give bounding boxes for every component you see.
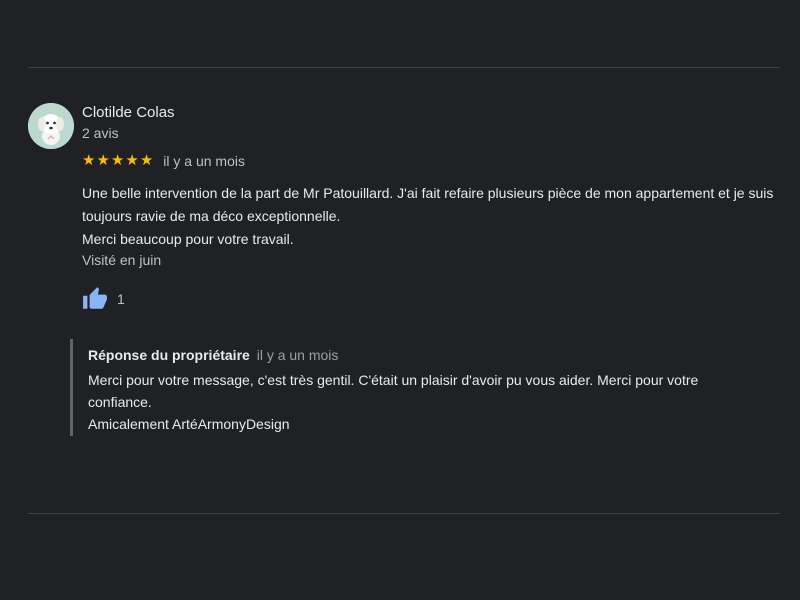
reviewer-avatar[interactable] [28, 103, 74, 149]
star-icon: ★ [139, 152, 154, 169]
star-icon: ★ [125, 152, 139, 169]
like-button[interactable]: 1 [82, 286, 125, 312]
thumbs-up-icon [83, 287, 107, 309]
star-icon: ★ [82, 152, 96, 169]
like-count: 1 [117, 291, 125, 307]
reply-text-line: Amicalement ArtéArmonyDesign [88, 416, 290, 432]
bottom-divider [28, 513, 780, 514]
review-text: Une belle intervention de la part de Mr … [82, 182, 787, 251]
review-count[interactable]: 2 avis [82, 125, 119, 141]
star-icon: ★ [96, 152, 110, 169]
top-divider [28, 67, 780, 68]
reply-date: il y a un mois [256, 347, 339, 363]
reply-text-line: Merci pour votre message, c'est très gen… [88, 372, 699, 410]
dog-avatar-icon [28, 103, 74, 149]
review-text-line: Merci beaucoup pour votre travail. [82, 231, 294, 247]
review-text-line: Une belle intervention de la part de Mr … [82, 185, 774, 224]
visited-label: Visité en juin [82, 252, 162, 268]
star-rating: ★ ★ ★ ★ ★ [82, 152, 153, 170]
reply-title: Réponse du propriétaire [88, 347, 250, 363]
reviewer-name[interactable]: Clotilde Colas [82, 104, 175, 121]
star-icon: ★ [110, 152, 125, 169]
review-date: il y a un mois [163, 153, 245, 169]
rating-row: ★ ★ ★ ★ ★ il y a un mois [82, 151, 245, 171]
owner-reply: Réponse du propriétaire il y a un mois M… [70, 339, 778, 436]
reply-header: Réponse du propriétaire il y a un mois [88, 347, 778, 363]
reply-text: Merci pour votre message, c'est très gen… [88, 369, 758, 435]
